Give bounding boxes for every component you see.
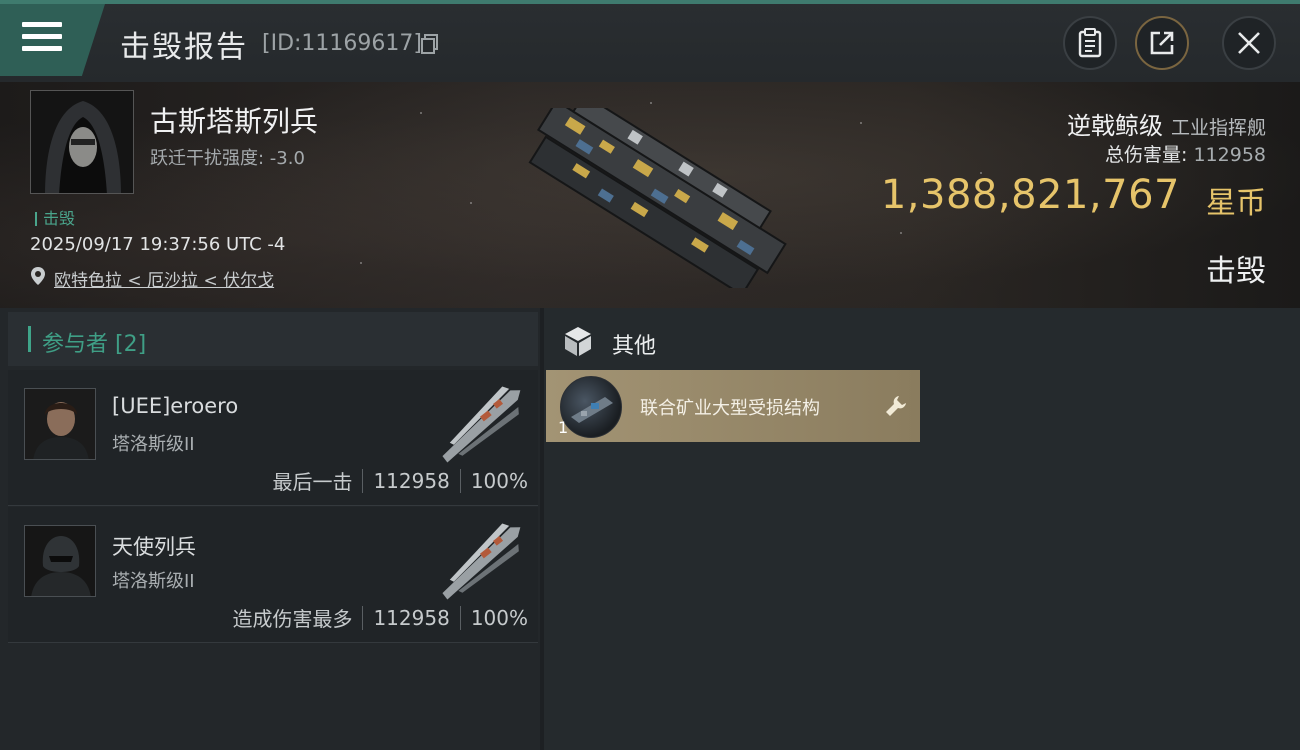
dropped-item[interactable]: 1 联合矿业大型受损结构 [546, 370, 920, 442]
ship-class: 工业指挥舰 [1170, 117, 1266, 139]
participant-stats: 最后一击 112958 100% [272, 466, 528, 495]
location-pin-icon [31, 267, 45, 285]
item-name: 联合矿业大型受损结构 [640, 398, 820, 419]
item-quantity: 1 [558, 418, 569, 437]
participant-role: 造成伤害最多 [232, 607, 353, 631]
hooded-figure-icon [31, 91, 133, 193]
participant-damage: 112958 [373, 468, 450, 493]
victim-avatar[interactable] [30, 90, 134, 194]
participant-percent: 100% [470, 605, 528, 630]
isk-unit: 星币 [1206, 186, 1266, 221]
helmet-portrait-icon [25, 526, 95, 596]
ship-type: 逆戟鲸级 工业指挥舰 [1067, 106, 1266, 141]
divider [362, 605, 364, 630]
share-button[interactable] [1135, 16, 1189, 70]
total-damage-value: 112958 [1193, 144, 1266, 166]
copy-icon[interactable] [421, 34, 439, 54]
report-id: [ID:11169617] [262, 31, 422, 56]
total-damage-label: 总伤害量: [1105, 144, 1188, 166]
participant-ship-image[interactable] [424, 376, 536, 470]
clipboard-icon [1078, 28, 1102, 58]
participant-percent: 100% [470, 468, 528, 493]
isk-value: 1,388,821,767 [880, 172, 1180, 218]
share-icon [1150, 31, 1174, 55]
participant-avatar[interactable] [24, 525, 96, 597]
close-button[interactable] [1222, 16, 1276, 70]
victim-name[interactable]: 古斯塔斯列兵 [150, 100, 318, 140]
close-icon [1238, 32, 1260, 54]
pilot-portrait-icon [25, 389, 95, 459]
status-badge: 击毁 [35, 205, 75, 229]
participant-row[interactable]: 天使列兵 塔洛斯级II 造成伤害最多 112958 100% [8, 507, 538, 643]
clipboard-button[interactable] [1063, 16, 1117, 70]
kill-timestamp: 2025/09/17 19:37:56 UTC -4 [30, 234, 286, 255]
participant-ship: 塔洛斯级II [112, 571, 195, 592]
victim-ship-image[interactable] [510, 108, 800, 288]
divider [459, 468, 461, 493]
participants-title: 参与者 [2] [42, 332, 147, 357]
menu-icon[interactable] [22, 20, 64, 54]
divider [362, 468, 364, 493]
cube-icon [565, 327, 591, 356]
warp-disruption-strength: 跃迁干扰强度: -3.0 [150, 148, 305, 169]
top-bar: 击毁报告 [ID:11169617] [0, 0, 1300, 82]
structure-icon [571, 397, 613, 423]
participant-name[interactable]: 天使列兵 [112, 531, 196, 561]
participant-damage: 112958 [373, 605, 450, 630]
participant-avatar[interactable] [24, 388, 96, 460]
participant-ship: 塔洛斯级II [112, 434, 195, 455]
participant-name[interactable]: [UEE]eroero [112, 394, 238, 418]
other-items-title: 其他 [612, 334, 657, 359]
total-damage: 总伤害量: 112958 [1105, 140, 1266, 167]
participant-row[interactable]: [UEE]eroero 塔洛斯级II 最后一击 112958 100% [8, 370, 538, 506]
result-label: 击毁 [1206, 254, 1266, 289]
ship-name: 逆戟鲸级 [1066, 112, 1163, 140]
divider [459, 605, 461, 630]
page-title: 击毁报告 [120, 30, 248, 65]
item-thumbnail [560, 376, 622, 438]
wrench-icon[interactable] [884, 394, 908, 418]
participant-ship-image[interactable] [424, 513, 536, 607]
participant-stats: 造成伤害最多 112958 100% [232, 603, 528, 632]
location-link[interactable]: 欧特色拉 < 厄沙拉 < 伏尔戈 [54, 266, 274, 291]
participant-role: 最后一击 [272, 470, 353, 494]
